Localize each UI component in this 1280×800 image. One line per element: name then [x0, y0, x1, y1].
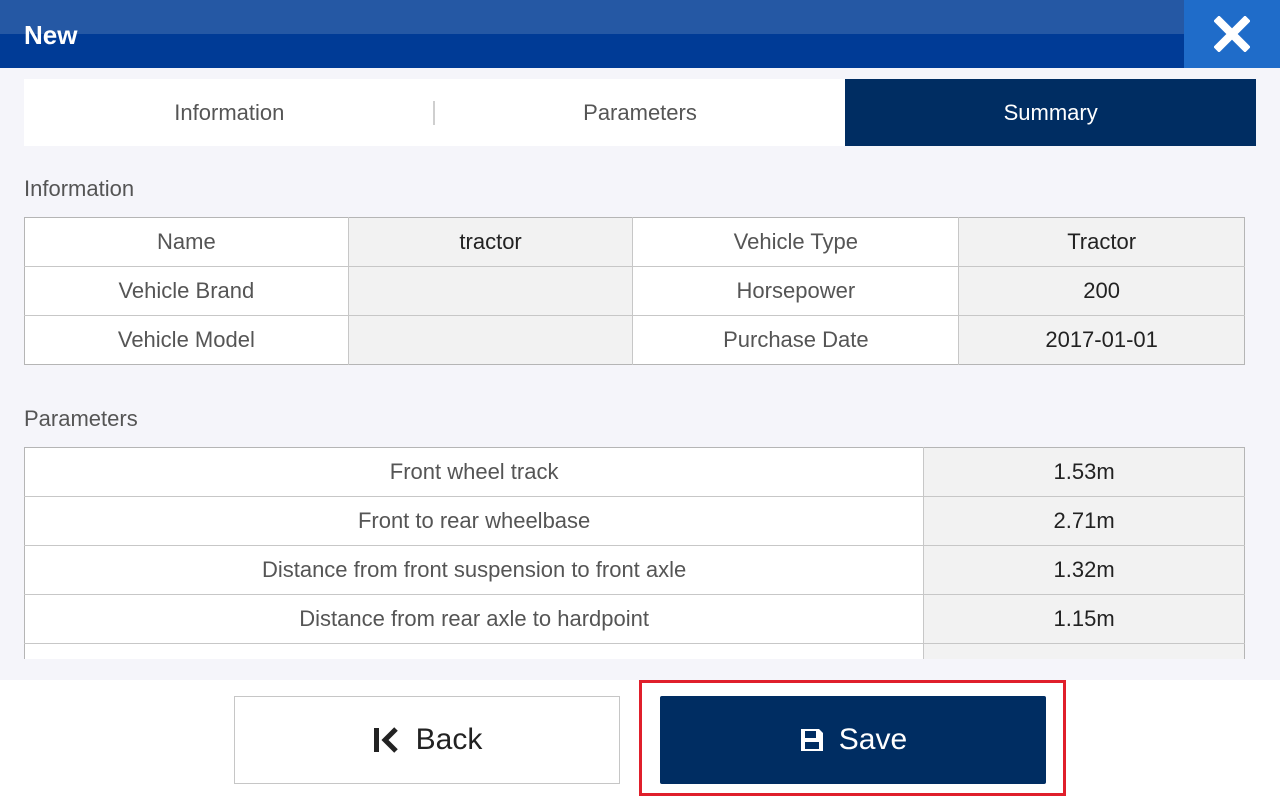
table-row: Name tractor Vehicle Type Tractor	[24, 217, 1245, 267]
footer-bar	[0, 680, 1280, 800]
tab-summary-label: Summary	[1003, 99, 1098, 125]
tab-parameters[interactable]: Parameters	[435, 79, 846, 146]
param-label: Distance from front suspension to front …	[24, 545, 925, 595]
save-button[interactable]: Save	[660, 696, 1046, 784]
tab-parameters-label: Parameters	[583, 99, 697, 125]
param-value	[923, 643, 1245, 659]
info-label: Vehicle Model	[24, 315, 349, 365]
tab-bar: Information Parameters Summary	[24, 79, 1257, 146]
param-value: 1.32m	[923, 545, 1245, 595]
param-value: 1.53m	[923, 447, 1245, 497]
table-row: Distance from rear axle to hardpoint 1.1…	[24, 594, 1245, 644]
table-row: Front to rear wheelbase 2.71m	[24, 496, 1245, 546]
info-label: Vehicle Brand	[24, 266, 349, 316]
page-title: New	[24, 20, 78, 50]
parameters-table: Front wheel track 1.53m Front to rear wh…	[24, 447, 1245, 659]
param-label: Front to rear wheelbase	[24, 496, 925, 546]
information-heading: Information	[24, 176, 135, 201]
param-value: 1.15m	[923, 594, 1245, 644]
close-button[interactable]	[1184, 0, 1280, 68]
save-button-label: Save	[838, 723, 908, 756]
info-label: Name	[24, 217, 349, 267]
param-label: Distance from rear axle to hardpoint	[24, 594, 925, 644]
parameters-scroll-area[interactable]: Front wheel track 1.53m Front to rear wh…	[24, 447, 1246, 659]
param-label	[24, 643, 925, 659]
tab-information[interactable]: Information	[24, 79, 435, 146]
table-row: Front wheel track 1.53m	[24, 447, 1245, 497]
table-row: Vehicle Brand Horsepower 200	[24, 266, 1245, 316]
info-label: Horsepower	[632, 266, 960, 316]
info-value: tractor	[348, 217, 634, 267]
param-value: 2.71m	[923, 496, 1245, 546]
back-button[interactable]: Back	[234, 696, 620, 784]
table-row: Distance from front suspension to front …	[24, 545, 1245, 595]
info-label: Vehicle Type	[632, 217, 960, 267]
table-row	[24, 643, 1245, 659]
tab-summary[interactable]: Summary	[845, 79, 1257, 146]
floppy-disk-icon	[800, 729, 823, 751]
parameters-heading: Parameters	[24, 406, 138, 431]
param-label: Front wheel track	[24, 447, 925, 497]
tab-information-label: Information	[174, 99, 285, 125]
first-page-icon	[373, 727, 398, 753]
information-table: Name tractor Vehicle Type Tractor Vehicl…	[24, 217, 1245, 365]
table-row: Vehicle Model Purchase Date 2017-01-01	[24, 315, 1245, 365]
info-label: Purchase Date	[632, 315, 960, 365]
back-button-label: Back	[415, 723, 483, 756]
info-value: 200	[958, 266, 1245, 316]
info-value: 2017-01-01	[958, 315, 1245, 365]
close-icon	[1214, 16, 1250, 52]
info-value	[348, 315, 634, 365]
title-bar: New	[0, 0, 1280, 68]
info-value	[348, 266, 634, 316]
info-value: Tractor	[958, 217, 1245, 267]
